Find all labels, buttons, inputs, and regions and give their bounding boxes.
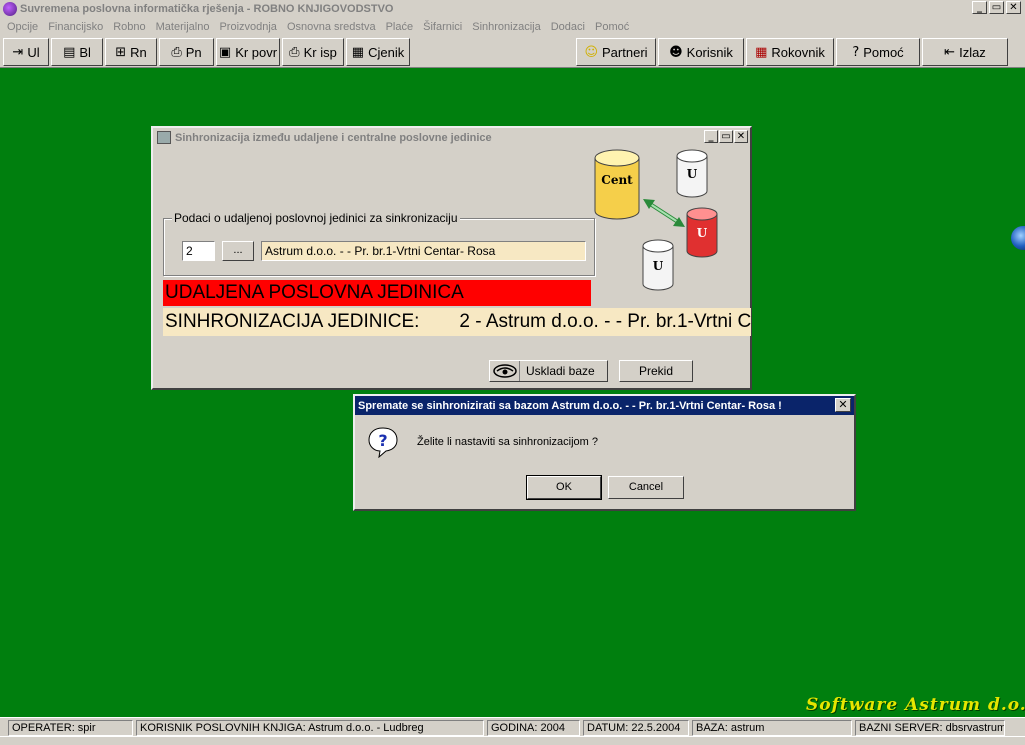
- sync-window-title: Sinhronizacija između udaljene i central…: [175, 131, 492, 144]
- globe-icon: [1011, 226, 1025, 250]
- menu-proizvodnja[interactable]: Proizvodnja: [214, 21, 281, 33]
- menu-sifarnici[interactable]: Šifarnici: [418, 21, 467, 33]
- confirm-dialog: Spremate se sinhronizirati sa bazom Astr…: [353, 394, 856, 511]
- sync-close-button[interactable]: ✕: [734, 130, 748, 143]
- central-db-icon: Cent: [594, 149, 640, 220]
- status-korisnik: KORISNIK POSLOVNIH KNJIGA: Astrum d.o.o.…: [136, 720, 484, 736]
- invoice-icon: ⊞: [115, 44, 127, 60]
- user-icon: ☻: [669, 44, 683, 60]
- sync-eye-icon: [490, 361, 520, 381]
- remote-db-top-label: U: [687, 167, 698, 181]
- ok-button[interactable]: OK: [526, 475, 602, 500]
- remote-db-active-label: U: [697, 226, 708, 240]
- question-icon: ?: [368, 427, 398, 458]
- help-icon: ?: [852, 44, 860, 60]
- ul-button[interactable]: ⇥ Ul: [3, 38, 49, 66]
- status-datum: DATUM: 22.5.2004: [583, 720, 689, 736]
- kr-isp-button[interactable]: ⎙ Kr isp: [282, 38, 344, 66]
- remote-db-top-icon: U: [676, 149, 708, 198]
- sync-unit-label: SINHRONIZACIJA JEDINICE:: [165, 311, 420, 332]
- rn-button[interactable]: ⊞ Rn: [105, 38, 157, 66]
- sync-minimize-button[interactable]: _: [704, 130, 718, 143]
- close-button[interactable]: ✕: [1006, 1, 1021, 14]
- app-title: Suvremena poslovna informatička rješenja…: [20, 2, 394, 15]
- pn-button[interactable]: ⎙ Pn: [159, 38, 214, 66]
- dialog-close-button[interactable]: ✕: [835, 398, 851, 412]
- menu-place[interactable]: Plaće: [381, 21, 419, 33]
- brand-logo-text: Software Astrum d.o.o.: [806, 695, 1025, 715]
- unit-code-input[interactable]: 2: [182, 241, 215, 261]
- sync-maximize-button[interactable]: ▭: [719, 130, 733, 143]
- smiley-icon: ☺: [584, 44, 599, 60]
- kr-povr-button[interactable]: ▣ Kr povr: [216, 38, 280, 66]
- remote-db-bottom-icon: U: [642, 239, 674, 291]
- sync-window-icon: [157, 131, 171, 144]
- sync-window-title-bar: Sinhronizacija između udaljene i central…: [153, 128, 750, 147]
- app-title-bar: Suvremena poslovna informatička rješenja…: [0, 0, 1025, 17]
- status-godina: GODINA: 2004: [487, 720, 580, 736]
- task-strip: [0, 736, 1025, 745]
- izlaz-button[interactable]: ⇤ Izlaz: [922, 38, 1008, 66]
- status-server: BAZNI SERVER: dbsrvastrum: [855, 720, 1005, 736]
- remote-db-bottom-label: U: [653, 259, 664, 273]
- printer-icon: ⎙: [171, 44, 182, 60]
- uskladi-baze-button[interactable]: Uskladi baze: [489, 360, 608, 382]
- menu-bar: Opcije Financijsko Robno Materijalno Pro…: [0, 17, 1025, 36]
- card-return-icon: ▣: [218, 44, 232, 60]
- prekid-button[interactable]: Prekid: [619, 360, 693, 382]
- browse-button[interactable]: ...: [222, 241, 254, 261]
- app-icon: [3, 1, 17, 16]
- cjenik-button[interactable]: ▦ Cjenik: [346, 38, 410, 66]
- bl-button[interactable]: ▤ Bl: [51, 38, 103, 66]
- menu-dodaci[interactable]: Dodaci: [546, 21, 590, 33]
- group-label: Podaci o udaljenoj poslovnoj jedinici za…: [172, 211, 460, 225]
- remote-db-active-icon: U: [686, 207, 718, 258]
- menu-pomoc[interactable]: Pomoć: [590, 21, 634, 33]
- calendar-icon: ▦: [755, 44, 768, 60]
- restore-button[interactable]: ▭: [989, 1, 1004, 14]
- pomoc-button[interactable]: ? Pomoć: [836, 38, 920, 66]
- door-enter-icon: ⇥: [12, 44, 24, 60]
- cash-register-icon: ▤: [63, 44, 76, 60]
- toolbar: ⇥ Ul ▤ Bl ⊞ Rn ⎙ Pn ▣ Kr povr ⎙ Kr isp ▦ Cjenik…: [0, 36, 1025, 68]
- price-list-icon: ▦: [351, 44, 365, 60]
- dialog-message: Želite li nastaviti sa sinhronizacijom ?: [417, 436, 598, 448]
- svg-text:?: ?: [378, 431, 387, 450]
- rokovnik-button[interactable]: ▦ Rokovnik: [746, 38, 834, 66]
- menu-financijsko[interactable]: Financijsko: [43, 21, 108, 33]
- status-operater: OPERATER: spir: [8, 720, 133, 736]
- card-print-icon: ⎙: [289, 44, 300, 60]
- sync-unit-value: 2 - Astrum d.o.o. - - Pr. br.1-Vrtni Cen…: [459, 311, 751, 332]
- menu-osnovna-sredstva[interactable]: Osnovna sredstva: [282, 21, 381, 33]
- database-sync-diagram: Cent U U U: [594, 149, 718, 291]
- menu-materijalno[interactable]: Materijalno: [151, 21, 215, 33]
- menu-sinhronizacija[interactable]: Sinhronizacija: [467, 21, 545, 33]
- exit-door-icon: ⇤: [944, 44, 956, 60]
- sync-arrow-icon: [643, 199, 685, 227]
- sync-window: Sinhronizacija između udaljene i central…: [151, 126, 752, 390]
- korisnik-button[interactable]: ☻ Korisnik: [658, 38, 744, 66]
- dialog-title-bar: Spremate se sinhronizirati sa bazom Astr…: [355, 396, 854, 415]
- status-bar: OPERATER: spir KORISNIK POSLOVNIH KNJIGA…: [0, 717, 1025, 736]
- menu-opcije[interactable]: Opcije: [2, 21, 43, 33]
- remote-unit-banner: UDALJENA POSLOVNA JEDINICA: [163, 280, 591, 306]
- partneri-button[interactable]: ☺ Partneri: [576, 38, 656, 66]
- unit-name-field: Astrum d.o.o. - - Pr. br.1-Vrtni Centar-…: [261, 241, 586, 261]
- dialog-title: Spremate se sinhronizirati sa bazom Astr…: [358, 399, 782, 412]
- status-baza: BAZA: astrum: [692, 720, 852, 736]
- remote-unit-group: Podaci o udaljenoj poslovnoj jedinici za…: [163, 211, 595, 276]
- cancel-button[interactable]: Cancel: [608, 476, 684, 499]
- menu-robno[interactable]: Robno: [108, 21, 150, 33]
- minimize-button[interactable]: _: [972, 1, 987, 14]
- sync-unit-banner: SINHRONIZACIJA JEDINICE: 2 - Astrum d.o.o…: [163, 308, 751, 336]
- central-db-label: Cent: [601, 173, 633, 187]
